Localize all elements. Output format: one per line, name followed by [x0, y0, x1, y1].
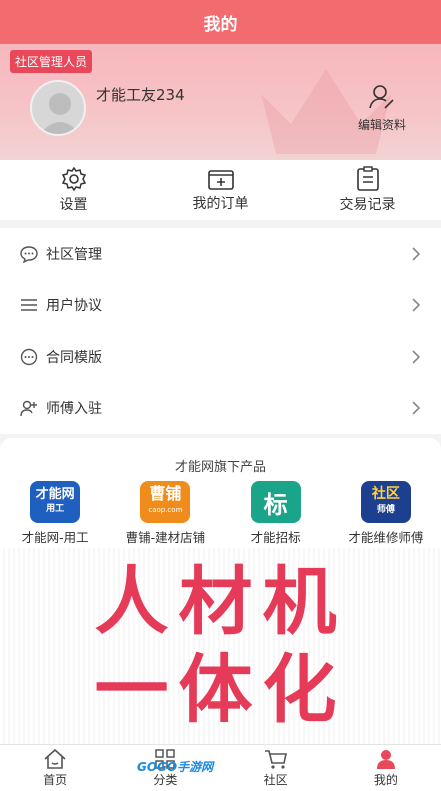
edit-profile-label: 编辑资料 — [357, 118, 406, 132]
app-icon-text: 曹铺 — [149, 484, 182, 503]
menu-label: 师傅入驻 — [46, 401, 102, 418]
app-label: 曹铺-建材店铺 — [125, 530, 206, 545]
tab-community[interactable]: 社区 — [221, 745, 331, 791]
dots-circle-icon — [20, 348, 38, 365]
tab-label: 首页 — [43, 773, 68, 787]
gear-icon — [61, 166, 86, 192]
app-icon-text: 才能网 — [35, 487, 75, 502]
banner-line-1: 人材机 — [94, 559, 347, 645]
chevron-right-icon — [412, 247, 421, 261]
menu-item-community-management[interactable]: 社区管理 — [0, 228, 441, 280]
watermark: GOGO手游网 — [137, 760, 214, 774]
transactions-label: 交易记录 — [339, 197, 396, 213]
settings-label: 设置 — [59, 197, 88, 213]
page-title: 我的 — [203, 14, 238, 35]
weixiu-app-icon: 社区 师傅 — [360, 481, 411, 523]
default-avatar-icon — [40, 93, 80, 134]
products-title: 才能网旗下产品 — [174, 460, 266, 475]
app-label: 才能招标 — [250, 530, 301, 545]
transactions-button[interactable]: 交易记录 — [294, 160, 441, 220]
menu-label: 社区管理 — [46, 246, 102, 263]
products-section: 才能网旗下产品 才能网 用工 才能网-用工 曹铺 caop.com 曹铺-建材店… — [0, 438, 441, 548]
my-orders-button[interactable]: 我的订单 — [147, 160, 294, 220]
app-icon-text: 标 — [263, 490, 288, 519]
settings-button[interactable]: 设置 — [0, 160, 147, 220]
tab-label: 社区 — [263, 773, 288, 787]
banner-line-2: 一体化 — [94, 647, 347, 733]
menu-label: 用户协议 — [46, 298, 102, 315]
edit-user-icon — [369, 85, 394, 109]
chat-bubble-icon — [20, 246, 38, 263]
home-icon — [44, 748, 66, 769]
add-box-icon — [207, 170, 234, 190]
bottom-tab-bar: 首页 分类 社区 我的 — [0, 744, 441, 791]
promo-banner[interactable]: 人材机 一体化 — [0, 548, 441, 744]
cainengwang-app-icon: 才能网 用工 — [30, 481, 81, 523]
edit-profile-button[interactable]: 编辑资料 — [347, 84, 417, 133]
quick-actions: 设置 我的订单 交易记录 — [0, 160, 441, 220]
products-app-list: 才能网 用工 才能网-用工 曹铺 caop.com 曹铺-建材店铺 标 才能招标… — [0, 481, 441, 546]
caopu-app-icon: 曹铺 caop.com — [140, 481, 191, 523]
role-badge: 社区管理人员 — [10, 50, 93, 73]
chevron-right-icon — [412, 350, 421, 364]
cart-icon — [264, 750, 287, 769]
app-icon-subtext: caop.com — [148, 506, 183, 514]
app-icon-text: 社区 — [371, 486, 400, 502]
menu-item-user-agreement[interactable]: 用户协议 — [0, 280, 441, 332]
top-bar: 我的 — [0, 0, 441, 44]
menu-item-contract-template[interactable]: 合同模版 — [0, 331, 441, 383]
app-icon-subtext: 用工 — [46, 504, 65, 514]
profile-header: 社区管理人员 才能工友234 编辑资料 — [0, 44, 441, 160]
chevron-right-icon — [412, 401, 421, 415]
app-cainengwang-yonggong[interactable]: 才能网 用工 才能网-用工 — [0, 481, 110, 546]
app-cainengzhaobiao[interactable]: 标 才能招标 — [221, 481, 331, 546]
menu-list: 社区管理 用户协议 合同模版 师傅入驻 — [0, 228, 441, 434]
clipboard-icon — [356, 166, 379, 191]
username: 才能工友234 — [96, 86, 185, 104]
tab-mine[interactable]: 我的 — [331, 745, 441, 791]
app-label: 才能维修师傅 — [348, 530, 424, 545]
menu-label: 合同模版 — [46, 349, 102, 366]
app-label: 才能网-用工 — [21, 530, 89, 545]
hamburger-lines-icon — [21, 299, 37, 312]
avatar[interactable] — [30, 80, 86, 136]
person-icon — [376, 750, 395, 769]
my-orders-label: 我的订单 — [192, 196, 249, 212]
tab-home[interactable]: 首页 — [0, 745, 110, 791]
app-caopu[interactable]: 曹铺 caop.com 曹铺-建材店铺 — [110, 481, 220, 546]
menu-item-master-signup[interactable]: 师傅入驻 — [0, 383, 441, 435]
app-icon-subtext: 师傅 — [376, 505, 395, 515]
chevron-right-icon — [412, 298, 421, 312]
app-weixiushifu[interactable]: 社区 师傅 才能维修师傅 — [331, 481, 441, 546]
add-user-icon — [20, 401, 37, 417]
tab-label: 我的 — [373, 773, 398, 787]
zhaobiao-app-icon: 标 — [250, 481, 301, 523]
